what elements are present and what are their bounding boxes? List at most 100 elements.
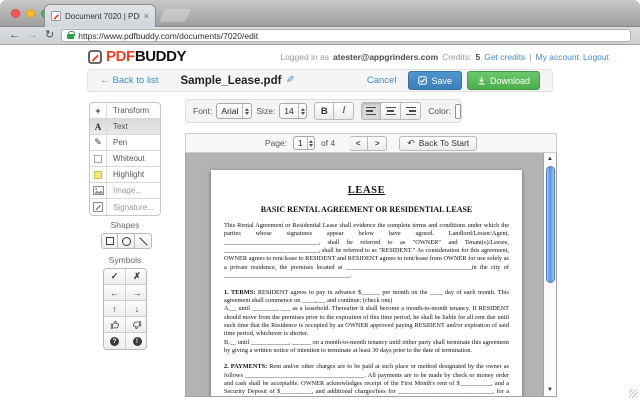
forward-icon[interactable]: → [27,30,38,41]
cancel-link[interactable]: Cancel [367,75,397,86]
pdf-canvas-area[interactable]: LEASE BASIC RENTAL AGREEMENT OR RESIDENT… [185,153,557,397]
symbol-arrow-left-button[interactable]: ← [104,285,126,301]
tool-text[interactable]: A Text [90,119,160,135]
tool-whiteout[interactable]: Whiteout [90,151,160,167]
logout-link[interactable]: Logout [583,52,609,62]
next-page-button[interactable]: > [368,136,387,151]
address-bar[interactable]: https://www.pdfbuddy.com/documents/7020/… [61,29,631,42]
symbol-cross-button[interactable]: ✗ [126,269,147,285]
tool-signature-label: Signature... [107,199,154,215]
credits-count: 5 [475,52,480,62]
rename-pencil-icon[interactable]: ✎ [286,75,294,86]
scrollbar-thumb[interactable] [546,166,555,283]
back-to-list-link[interactable]: ← Back to list [100,75,158,86]
align-left-button[interactable] [361,102,381,120]
align-right-icon [406,107,416,116]
symbol-arrow-right-button[interactable]: → [126,285,147,301]
scroll-down-icon[interactable]: ▼ [544,386,556,395]
white-square-icon [90,151,107,166]
tool-highlight[interactable]: Highlight [90,167,160,183]
shape-circle-button[interactable] [118,233,135,249]
download-button-label: Download [490,76,530,86]
symbol-arrow-up-button[interactable]: ↑ [104,301,126,317]
doc-paragraph: 2. PAYMENTS: Rent and/or other charges a… [224,363,509,397]
line-icon [139,237,147,245]
symbols-heading: Symbols [89,255,161,265]
tool-text-label: Text [107,119,128,134]
browser-url-bar: ← → ↻ https://www.pdfbuddy.com/documents… [0,27,640,45]
window-resize-grip[interactable] [629,389,638,398]
stepper-icon [298,104,307,118]
tool-transform[interactable]: + Transform [90,103,160,119]
shape-square-button[interactable] [101,233,118,249]
page-number-value: 1 [298,138,303,148]
size-select[interactable]: 14 [279,103,307,119]
image-icon [90,183,107,198]
doc-paragraph: This Rental Agreement or Residential Lea… [224,222,509,281]
page-count-label: of 4 [321,138,335,148]
symbol-exclamation-button[interactable]: ! [126,333,147,349]
yellow-square-icon [90,167,107,182]
text-format-toolbar: Font: Arial Size: 14 B I Color: [185,99,462,123]
chevron-left-icon: < [356,139,361,148]
my-account-link[interactable]: My account [536,52,579,62]
page-number-stepper[interactable]: 1 [293,136,315,150]
browser-tab[interactable]: Document 7020 | PDF Bud × [44,4,156,27]
font-select[interactable]: Arial [216,103,252,119]
tool-whiteout-label: Whiteout [107,151,145,166]
chevron-right-icon: > [375,139,380,148]
reload-icon[interactable]: ↻ [45,30,54,41]
tool-list: + Transform A Text ✎ Pen Whiteout Highli… [89,102,161,216]
align-right-button[interactable] [401,102,421,120]
tool-image-label: Image... [107,183,142,198]
arrow-up-icon: ↑ [112,304,117,314]
pdfbuddy-logo-icon [88,50,102,64]
prev-page-button[interactable]: < [349,136,368,151]
tool-image[interactable]: Image... [90,183,160,199]
window-close-button[interactable] [11,9,20,18]
scroll-up-icon[interactable]: ▲ [544,155,556,164]
back-to-start-button[interactable]: ↶ Back To Start [399,136,477,151]
session-info: Logged in as atester@appgrinders.com Cre… [280,52,609,62]
symbol-thumbs-down-button[interactable] [126,317,147,333]
doc-paragraph: 1. TERMS: RESIDENT agrees to pay in adva… [224,289,509,306]
shape-line-button[interactable] [135,233,152,249]
pdf-page[interactable]: LEASE BASIC RENTAL AGREEMENT OR RESIDENT… [211,170,522,397]
italic-button[interactable]: I [334,102,354,120]
new-tab-button[interactable] [159,9,191,22]
save-button[interactable]: Save [408,71,462,90]
get-credits-link[interactable]: Get credits [484,52,525,62]
stepper-icon [307,137,314,149]
tool-transform-label: Transform [107,103,149,118]
pdfbuddy-logo[interactable]: PDFBUDDY [88,48,186,65]
viewer-scrollbar[interactable]: ▲ ▼ [543,153,556,397]
align-center-icon [386,107,396,116]
file-toolbar: ← Back to list Sample_Lease.pdf ✎ Cancel… [87,69,553,92]
download-button[interactable]: Download [467,71,540,90]
window-minimize-button[interactable] [26,9,35,18]
bold-button-label: B [321,106,328,117]
pencil-icon: ✎ [90,135,107,150]
tab-close-icon[interactable]: × [144,12,149,21]
undo-arrow-icon: ↶ [407,138,415,149]
tool-pen[interactable]: ✎ Pen [90,135,160,151]
tool-signature[interactable]: Signature... [90,199,160,215]
color-label: Color: [428,106,451,116]
back-icon[interactable]: ← [9,30,20,41]
save-check-icon [418,76,427,85]
exclamation-badge-icon: ! [133,337,142,346]
symbol-check-button[interactable]: ✓ [104,269,126,285]
align-center-button[interactable] [381,102,401,120]
bold-button[interactable]: B [314,102,334,120]
tool-highlight-label: Highlight [107,167,144,182]
size-select-value: 14 [284,106,293,116]
color-swatch[interactable] [455,104,461,119]
separator: | [529,52,531,62]
symbol-arrow-down-button[interactable]: ↓ [126,301,147,317]
thumbs-down-icon [132,320,142,330]
symbol-question-button[interactable]: ? [104,333,126,349]
symbol-thumbs-up-button[interactable] [104,317,126,333]
credits-label: Credits: [442,52,471,62]
doc-subtitle: BASIC RENTAL AGREEMENT OR RESIDENTIAL LE… [224,205,509,214]
document-filename: Sample_Lease.pdf [180,75,281,87]
